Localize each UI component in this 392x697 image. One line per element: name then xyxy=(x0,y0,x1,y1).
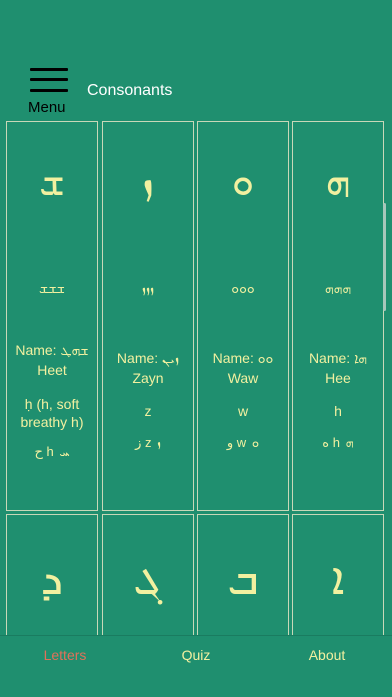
letter-transliteration: ه h ܗ xyxy=(322,435,354,450)
letter-card-waw[interactable]: ܘ ܘܘܘ Name: ܘܘ Waw w و w ܘ xyxy=(197,121,289,511)
tab-quiz[interactable]: Quiz xyxy=(141,647,251,663)
hamburger-icon-line xyxy=(30,78,68,81)
letter-name-native: Name: ܙܝܢ xyxy=(116,350,180,366)
hamburger-icon xyxy=(30,68,68,71)
scrollbar[interactable] xyxy=(383,203,386,311)
letter-transliteration: ح h ܚ xyxy=(34,444,70,459)
letter-name-native: Name: ܗܐ xyxy=(308,350,368,366)
letter-glyph: ܘ xyxy=(231,160,255,204)
letter-name: Name: ܘܘ Waw xyxy=(198,348,288,388)
letter-name: Name: ܗܐ Hee xyxy=(293,348,383,388)
letter-sound: ḥ (h, soft breathy h) xyxy=(20,396,84,430)
letter-grid: ܫ ܫܫܫ Name: ܫܗܛ Heet ḥ (h, soft breathy … xyxy=(0,120,392,635)
letter-card[interactable]: ܓ xyxy=(102,514,194,635)
letter-transliteration: ز z ܙ xyxy=(135,435,161,450)
letter-card[interactable]: ܐ xyxy=(292,514,384,635)
letter-name-native: Name: ܘܘ xyxy=(212,350,274,366)
tab-bar: Letters Quiz About xyxy=(0,635,392,697)
letter-example-word: ܗܗܗ xyxy=(324,280,352,296)
letter-name: Name: ܙܝܢ Zayn xyxy=(103,348,193,388)
letter-glyph: ܒ xyxy=(227,552,259,604)
letter-glyph: ܫ xyxy=(39,160,65,204)
tab-about[interactable]: About xyxy=(272,647,382,663)
letter-example-word: ܙܙܙ xyxy=(141,280,155,296)
letter-example-word: ܫܫܫ xyxy=(39,280,65,296)
letter-card-heet[interactable]: ܫ ܫܫܫ Name: ܫܗܛ Heet ḥ (h, soft breathy … xyxy=(6,121,98,511)
letter-transliteration: و w ܘ xyxy=(226,435,260,450)
page-title: Consonants xyxy=(87,82,173,99)
menu-button[interactable]: Menu xyxy=(24,66,80,116)
letter-glyph: ܕ xyxy=(40,552,64,604)
top-bar: Menu Consonants xyxy=(0,0,392,118)
letter-name: Name: ܫܗܛ Heet xyxy=(7,340,97,380)
menu-label: Menu xyxy=(28,99,66,116)
letter-name-native: Name: ܫܗܛ xyxy=(15,342,89,358)
letter-sound: z xyxy=(144,403,152,419)
letter-example-word: ܘܘܘ xyxy=(231,280,255,296)
letter-name-latin: Waw xyxy=(227,370,259,386)
letter-card[interactable]: ܕ xyxy=(6,514,98,635)
letter-name-latin: Hee xyxy=(325,370,351,386)
letter-card-hee[interactable]: ܗ ܗܗܗ Name: ܗܐ Hee h ه h ܗ xyxy=(292,121,384,511)
letter-glyph: ܙ xyxy=(142,160,154,204)
letter-glyph: ܗ xyxy=(325,160,351,204)
letter-glyph: ܓ xyxy=(133,552,163,604)
letter-name-latin: Zayn xyxy=(132,370,164,386)
letter-sound: h xyxy=(334,403,342,419)
hamburger-icon-line xyxy=(30,89,68,92)
letter-glyph: ܐ xyxy=(331,552,345,604)
letter-name-latin: Heet xyxy=(37,362,67,378)
letter-card[interactable]: ܒ xyxy=(197,514,289,635)
tab-letters[interactable]: Letters xyxy=(10,647,120,663)
letter-sound: w xyxy=(237,403,249,419)
letter-card-zayn[interactable]: ܙ ܙܙܙ Name: ܙܝܢ Zayn z ز z ܙ xyxy=(102,121,194,511)
